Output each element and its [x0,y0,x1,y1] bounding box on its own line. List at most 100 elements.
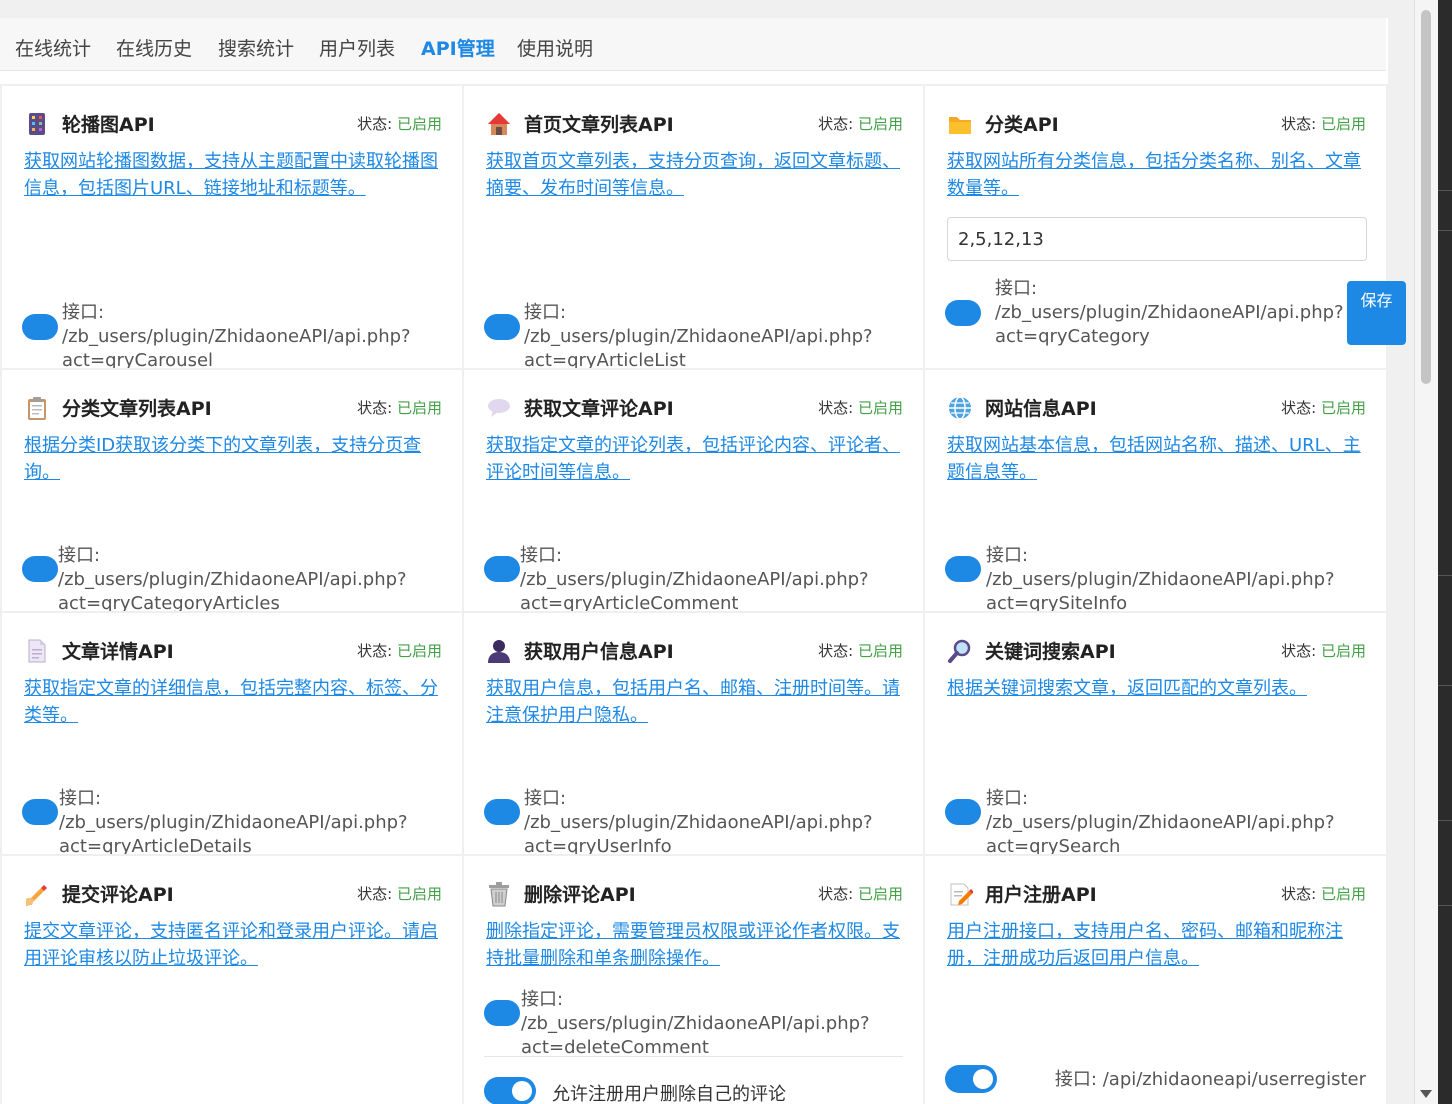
api-endpoint: 接口: /zb_users/plugin/ZhidaoneAPI/api.php… [524,787,905,854]
status-label: 状态: [818,885,858,903]
endpoint-path: /zb_users/plugin/ZhidaoneAPI/api.php?act… [524,326,873,368]
writing-hand-icon [26,885,47,906]
trash-icon [489,882,509,907]
tab-api-management[interactable]: API管理 [421,34,495,61]
api-endpoint: 接口: /zb_users/plugin/ZhidaoneAPI/api.php?… [995,277,1368,349]
carousel-icon [29,113,45,135]
endpoint-path: /zb_users/plugin/ZhidaoneAPI/api.php?act… [521,1013,870,1058]
side-panel-edge [1438,0,1452,1104]
api-description-link[interactable]: 获取首页文章列表，支持分页查询，返回文章标题、摘要、发布时间等信息。 [486,148,905,202]
tab-online-history[interactable]: 在线历史 [116,34,192,61]
status-label: 状态: [1281,399,1321,417]
endpoint-label: 接口: [58,545,101,566]
allow-delete-own-toggle[interactable] [484,1077,536,1104]
api-description-link[interactable]: 删除指定评论，需要管理员权限或评论作者权限。支持批量删除和单条删除操作。 [486,918,905,972]
api-title: 轮播图API [62,114,155,136]
status-label: 状态: [357,115,397,133]
api-card: 提交评论API 状态: 已启用 提交文章评论，支持匿名评论和登录用户评论。请启用… [2,856,462,1104]
save-button-label: 保存 [1360,291,1393,310]
endpoint-path: /zb_users/plugin/ZhidaoneAPI/api.php?act… [58,569,407,611]
api-endpoint: 接口: /api/zhidaoneapi/userregister [1055,1068,1366,1092]
api-toggle[interactable] [22,799,58,825]
api-description-link[interactable]: 获取用户信息，包括用户名、邮箱、注册时间等。请注意保护用户隐私。 [486,675,905,729]
tab-search-stats[interactable]: 搜索统计 [218,34,294,61]
status-label: 状态: [1281,115,1321,133]
scroll-down-arrow-icon[interactable] [1420,1090,1432,1098]
endpoint-path: /zb_users/plugin/ZhidaoneAPI/api.php?act… [986,812,1335,854]
endpoint-label: 接口: [986,545,1029,566]
scrollbar-thumb[interactable] [1421,10,1431,384]
api-description-link[interactable]: 根据分类ID获取该分类下的文章列表，支持分页查询。 [24,432,444,486]
status-label: 状态: [357,642,397,660]
status-label: 状态: [818,115,858,133]
status-value: 已启用 [857,642,903,660]
api-card: 分类文章列表API 状态: 已启用 根据分类ID获取该分类下的文章列表，支持分页… [2,370,462,611]
api-title: 用户注册API [985,884,1097,906]
status-badge: 状态: 已启用 [818,640,903,661]
endpoint-label: 接口: [521,989,564,1010]
api-toggle[interactable] [945,556,981,582]
api-description-link[interactable]: 用户注册接口，支持用户名、密码、邮箱和昵称注册，注册成功后返回用户信息。 [947,918,1368,972]
vertical-scrollbar[interactable] [1414,0,1439,1104]
api-toggle[interactable] [22,556,58,582]
api-title: 提交评论API [62,884,174,906]
status-label: 状态: [357,399,397,417]
api-description-link[interactable]: 获取指定文章的评论列表，包括评论内容、评论者、评论时间等信息。 [486,432,905,486]
endpoint-label: 接口: [995,278,1038,299]
api-endpoint: 接口: /zb_users/plugin/ZhidaoneAPI/api.php… [524,301,905,368]
api-description-link[interactable]: 根据关键词搜索文章，返回匹配的文章列表。 [947,675,1368,702]
status-label: 状态: [818,399,858,417]
api-title: 分类API [985,114,1059,136]
api-card: 获取用户信息API 状态: 已启用 获取用户信息，包括用户名、邮箱、注册时间等。… [464,613,923,854]
api-description-link[interactable]: 获取网站基本信息，包括网站名称、描述、URL、主题信息等。 [947,432,1368,486]
api-description-link[interactable]: 提交文章评论，支持匿名评论和登录用户评论。请启用评论审核以防止垃圾评论。 [24,918,444,972]
endpoint-label: 接口: [520,545,563,566]
endpoint-label: 接口: [1054,1069,1097,1090]
status-badge: 状态: 已启用 [818,397,903,418]
api-title: 获取文章评论API [524,398,674,420]
api-description-link[interactable]: 获取网站所有分类信息，包括分类名称、别名、文章数量等。 [947,148,1368,202]
endpoint-path: /zb_users/plugin/ZhidaoneAPI/api.php?act… [995,302,1344,347]
api-toggle[interactable] [484,1000,520,1026]
api-card: 首页文章列表API 状态: 已启用 获取首页文章列表，支持分页查询，返回文章标题… [464,86,923,368]
api-title: 关键词搜索API [985,641,1116,663]
status-value: 已启用 [396,642,442,660]
status-value: 已启用 [1320,115,1366,133]
user-icon [488,640,510,663]
api-toggle[interactable] [945,1065,997,1093]
api-toggle[interactable] [945,300,981,326]
api-toggle[interactable] [22,314,58,340]
api-description-link[interactable]: 获取指定文章的详细信息，包括完整内容、标签、分类等。 [24,675,444,729]
endpoint-label: 接口: [986,788,1029,809]
endpoint-path: /zb_users/plugin/ZhidaoneAPI/api.php?act… [62,326,411,368]
status-badge: 状态: 已启用 [357,113,442,134]
api-endpoint: 接口: /zb_users/plugin/ZhidaoneAPI/api.php… [520,544,905,611]
status-value: 已启用 [857,115,903,133]
allow-delete-own-label: 允许注册用户删除自己的评论 [552,1084,786,1104]
tab-user-list[interactable]: 用户列表 [319,34,395,61]
api-toggle[interactable] [484,799,520,825]
endpoint-path: /zb_users/plugin/ZhidaoneAPI/api.php?act… [520,569,869,611]
api-card: 删除评论API 状态: 已启用 删除指定评论，需要管理员权限或评论作者权限。支持… [464,856,923,1104]
memo-icon [950,883,973,906]
api-toggle[interactable] [484,314,520,340]
status-label: 状态: [357,885,397,903]
speech-bubble-icon [488,399,510,417]
api-toggle[interactable] [484,556,520,582]
status-badge: 状态: 已启用 [357,883,442,904]
api-card: 轮播图API 状态: 已启用 获取网站轮播图数据，支持从主题配置中读取轮播图信息… [2,86,462,368]
api-endpoint: 接口: /zb_users/plugin/ZhidaoneAPI/api.php… [986,544,1368,611]
document-icon [28,639,46,663]
status-value: 已启用 [857,885,903,903]
save-button[interactable]: 保存 [1347,281,1406,345]
api-title: 分类文章列表API [62,398,212,420]
tab-usage-guide[interactable]: 使用说明 [517,34,593,61]
api-title: 网站信息API [985,398,1097,420]
category-ids-input[interactable] [947,217,1367,261]
endpoint-label: 接口: [62,302,105,323]
tab-online-stats[interactable]: 在线统计 [15,34,91,61]
globe-icon [949,396,971,420]
api-description-link[interactable]: 获取网站轮播图数据，支持从主题配置中读取轮播图信息，包括图片URL、链接地址和标… [24,148,444,202]
api-endpoint: 接口: /zb_users/plugin/ZhidaoneAPI/api.php… [59,787,444,854]
api-toggle[interactable] [945,799,981,825]
